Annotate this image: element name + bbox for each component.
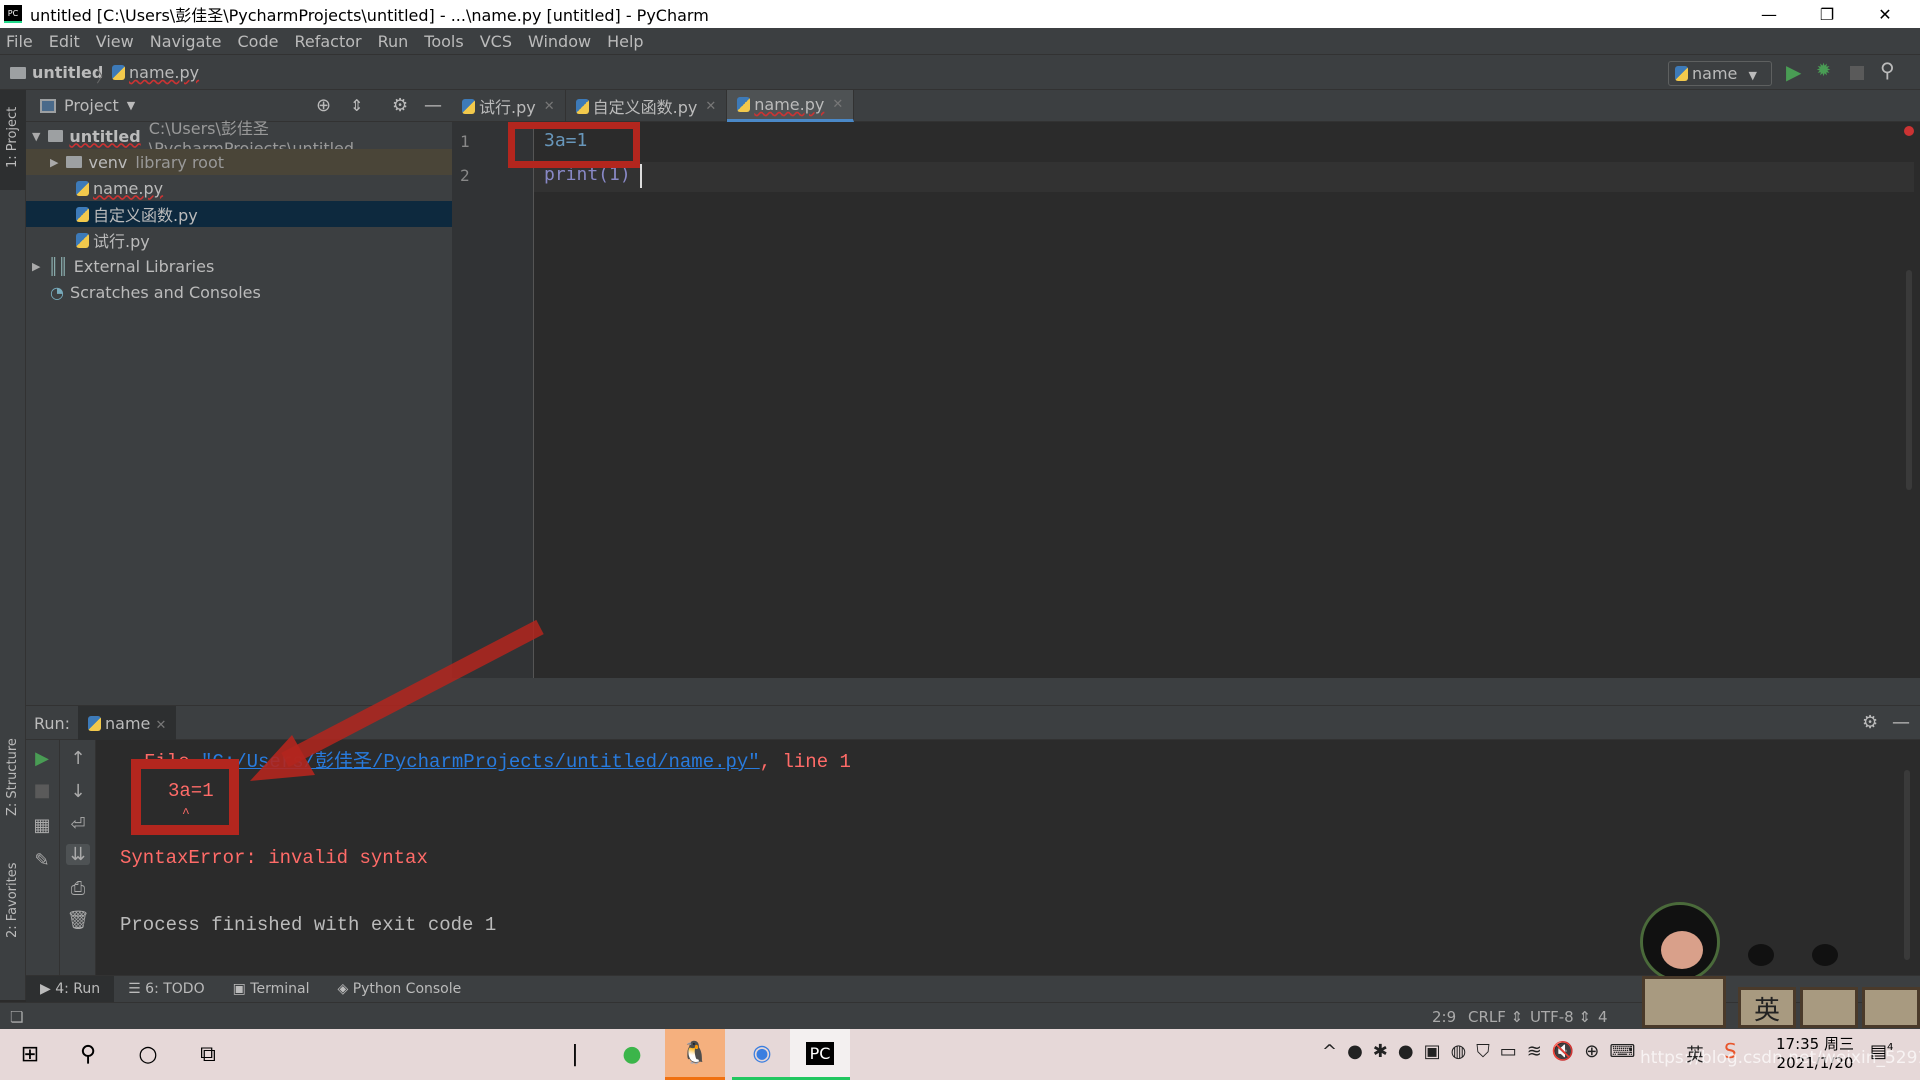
- annotation-arrow: [250, 619, 544, 781]
- annotation-arrow-shaft: [281, 619, 544, 768]
